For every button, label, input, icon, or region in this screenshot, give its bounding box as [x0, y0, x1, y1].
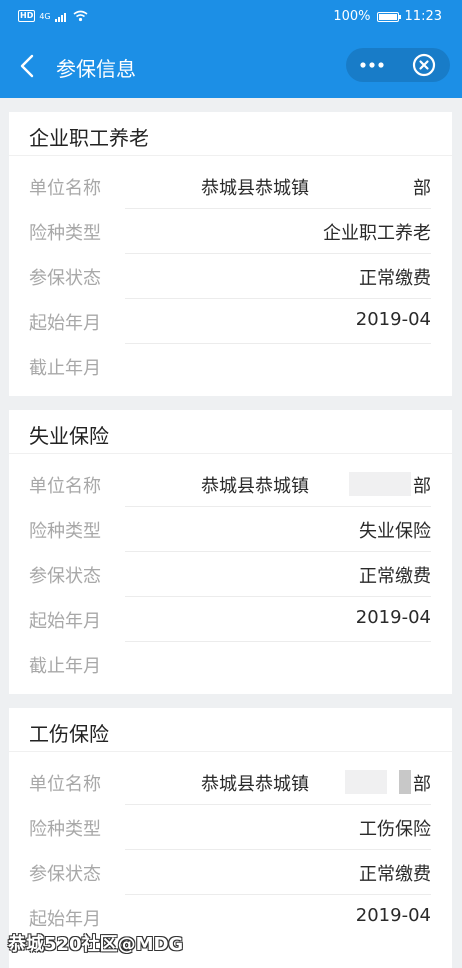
chevron-left-icon [20, 54, 34, 78]
row-status: 参保状态 正常缴费 [29, 552, 431, 597]
card-title: 企业职工养老 [29, 126, 149, 150]
watermark: 恭城520社区@MDG [8, 934, 184, 955]
more-icon [360, 62, 384, 68]
field-label: 单位名称 [29, 774, 101, 795]
redacted-mask [345, 770, 387, 794]
status-left: HD 4G [18, 10, 88, 22]
status-bar: HD 4G 100% 11:23 [0, 0, 462, 34]
row-status: 参保状态 正常缴费 [29, 850, 431, 895]
row-status: 参保状态 正常缴费 [29, 254, 431, 299]
row-insurance-type: 险种类型 失业保险 [29, 507, 431, 552]
field-value: 企业职工养老 [323, 223, 431, 244]
close-circle-icon [412, 53, 436, 77]
field-value-employer: 恭城县恭城镇 [201, 178, 309, 199]
row-insurance-type: 险种类型 企业职工养老 [29, 209, 431, 254]
field-value-employer-suffix: 部 [413, 774, 431, 795]
field-value: 正常缴费 [359, 268, 431, 289]
close-button[interactable] [398, 48, 450, 82]
row-employer: 单位名称 恭城县恭城镇 部 [29, 760, 431, 805]
field-label: 截止年月 [29, 656, 101, 677]
field-label: 起始年月 [29, 313, 101, 334]
field-label: 险种类型 [29, 521, 101, 542]
field-value: 正常缴费 [359, 864, 431, 885]
field-label: 起始年月 [29, 611, 101, 632]
more-button[interactable] [346, 48, 398, 82]
field-label: 单位名称 [29, 476, 101, 497]
row-employer: 单位名称 恭城县恭城镇 部 [29, 164, 431, 209]
redacted-mask [399, 770, 411, 794]
mini-program-capsule [346, 48, 450, 82]
page-title: 参保信息 [56, 57, 136, 81]
card-title: 失业保险 [29, 424, 109, 448]
field-label: 参保状态 [29, 268, 101, 289]
field-value-employer-suffix: 部 [413, 178, 431, 199]
row-employer: 单位名称 恭城县恭城镇 部 [29, 462, 431, 507]
battery-percent: 100% [333, 9, 371, 24]
card-title: 工伤保险 [29, 722, 109, 746]
field-value: 失业保险 [359, 521, 431, 542]
field-value-employer: 恭城县恭城镇 [201, 476, 309, 497]
field-value: 2019-04 [355, 607, 431, 628]
field-value-employer-suffix: 部 [413, 476, 431, 497]
field-value: 工伤保险 [359, 819, 431, 840]
wifi-icon [73, 10, 88, 22]
hd-badge: HD [18, 10, 36, 22]
field-value-employer: 恭城县恭城镇 [201, 774, 309, 795]
redacted-mask [349, 472, 411, 496]
row-end-month: 截止年月 [29, 642, 431, 687]
field-label: 参保状态 [29, 864, 101, 885]
field-value: 2019-04 [355, 905, 431, 926]
field-value: 2019-04 [355, 309, 431, 330]
back-button[interactable] [14, 52, 42, 80]
battery-icon [376, 11, 401, 22]
network-type: 4G [39, 11, 51, 21]
field-label: 险种类型 [29, 819, 101, 840]
field-label: 截止年月 [29, 358, 101, 379]
field-label: 单位名称 [29, 178, 101, 199]
row-start-month: 起始年月 2019-04 [29, 597, 431, 642]
field-label: 险种类型 [29, 223, 101, 244]
insurance-card-work-injury: 工伤保险 单位名称 恭城县恭城镇 部 险种类型 工伤保险 参保状态 正常缴费 起… [9, 708, 452, 968]
field-label: 参保状态 [29, 566, 101, 587]
row-insurance-type: 险种类型 工伤保险 [29, 805, 431, 850]
divider [9, 751, 452, 752]
field-label: 起始年月 [29, 909, 101, 930]
divider [9, 453, 452, 454]
insurance-card-pension: 企业职工养老 单位名称 恭城县恭城镇 部 险种类型 企业职工养老 参保状态 正常… [9, 112, 452, 396]
nav-bar: 参保信息 [0, 34, 462, 98]
field-value: 正常缴费 [359, 566, 431, 587]
clock: 11:23 [404, 9, 442, 24]
row-end-month: 截止年月 [29, 344, 431, 389]
signal-icon [54, 12, 66, 22]
row-start-month: 起始年月 2019-04 [29, 299, 431, 344]
battery-fill [378, 13, 397, 20]
divider [9, 155, 452, 156]
status-right: 100% 11:23 [333, 9, 442, 24]
insurance-card-unemployment: 失业保险 单位名称 恭城县恭城镇 部 险种类型 失业保险 参保状态 正常缴费 起… [9, 410, 452, 694]
